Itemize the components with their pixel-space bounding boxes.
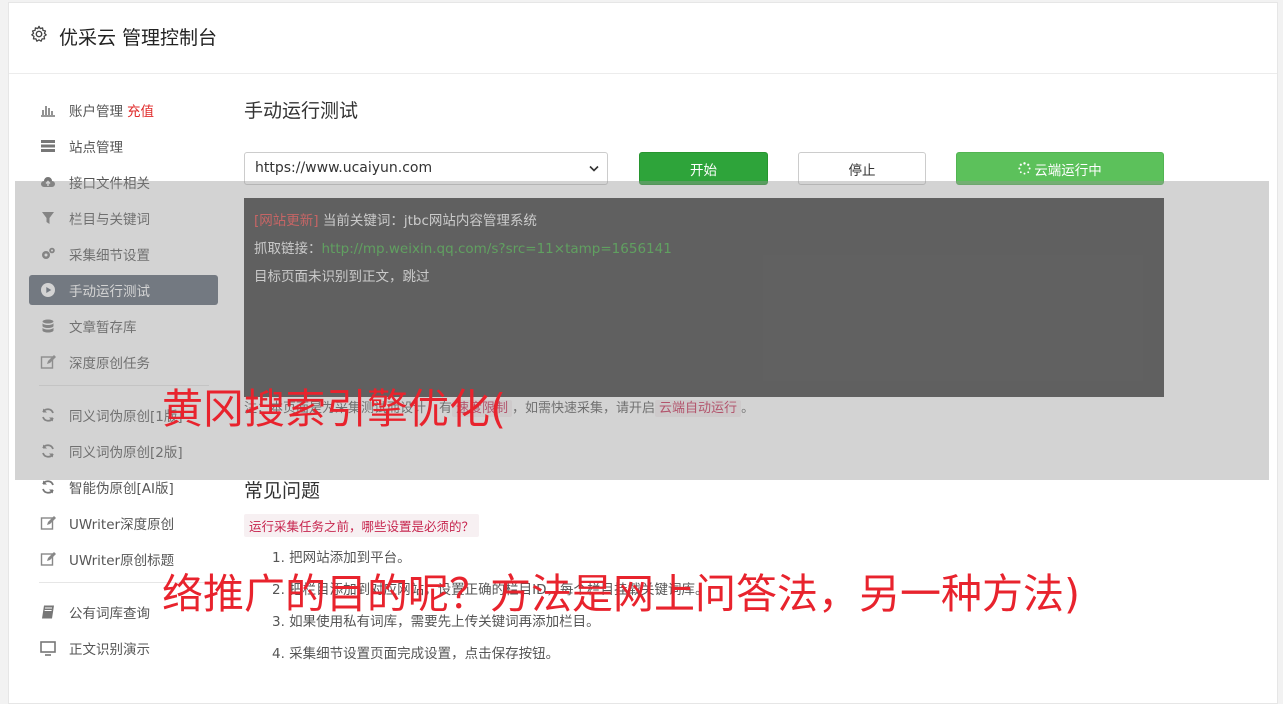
cloud-run-label: 云端运行中 bbox=[1034, 162, 1102, 179]
recharge-link[interactable]: 充值 bbox=[127, 100, 154, 120]
server-icon bbox=[39, 138, 57, 154]
sidebar-item-sites[interactable]: 站点管理 bbox=[29, 131, 218, 161]
main-content: 手动运行测试 https://www.ucaiyun.com 开始 停止 云端运… bbox=[244, 96, 1164, 662]
sidebar-item-label: UWriter深度原创 bbox=[69, 517, 175, 533]
sidebar-item-text-recognition[interactable]: 正文识别演示 bbox=[29, 633, 218, 663]
gear-icon bbox=[31, 25, 47, 42]
edit-icon bbox=[39, 551, 57, 567]
monitor-icon bbox=[39, 640, 57, 656]
sidebar-item-label: UWriter原创标题 bbox=[69, 553, 175, 569]
spinner-icon bbox=[1018, 162, 1031, 175]
sidebar-item-label: 公有词库查询 bbox=[69, 606, 150, 622]
app-title: 优采云 管理控制台 bbox=[59, 27, 218, 49]
sidebar-item-label: 正文识别演示 bbox=[69, 642, 150, 658]
watermark-line-1: 黄冈搜索引擎优化( bbox=[162, 385, 506, 433]
sidebar-item-uwriter-deep[interactable]: UWriter深度原创 bbox=[29, 508, 218, 538]
sidebar-item-label: 站点管理 bbox=[69, 140, 123, 156]
site-url-value: https://www.ucaiyun.com bbox=[255, 160, 433, 176]
edit-icon bbox=[39, 515, 57, 531]
list-item: 4. 采集细节设置页面完成设置，点击保存按钮。 bbox=[272, 646, 560, 662]
chevron-down-icon bbox=[589, 165, 599, 172]
gray-overlay bbox=[15, 181, 1269, 480]
bar-chart-icon bbox=[39, 102, 57, 118]
book-icon bbox=[39, 604, 57, 620]
header: 优采云 管理控制台 bbox=[9, 3, 1277, 74]
sidebar-item-label: 智能伪原创[AI版] bbox=[69, 481, 174, 497]
sidebar-item-account[interactable]: 账户管理 充值 bbox=[29, 95, 218, 125]
refresh-icon bbox=[39, 479, 57, 495]
page-title: 手动运行测试 bbox=[244, 100, 359, 122]
faq-title: 常见问题 bbox=[244, 480, 321, 502]
faq-question: 运行采集任务之前，哪些设置是必须的？ bbox=[244, 514, 480, 537]
sidebar-item-label: 账户管理 bbox=[69, 104, 123, 120]
watermark-line-2: 络推广的目的呢？方法是网上问答法，另一种方法) bbox=[162, 570, 1080, 618]
